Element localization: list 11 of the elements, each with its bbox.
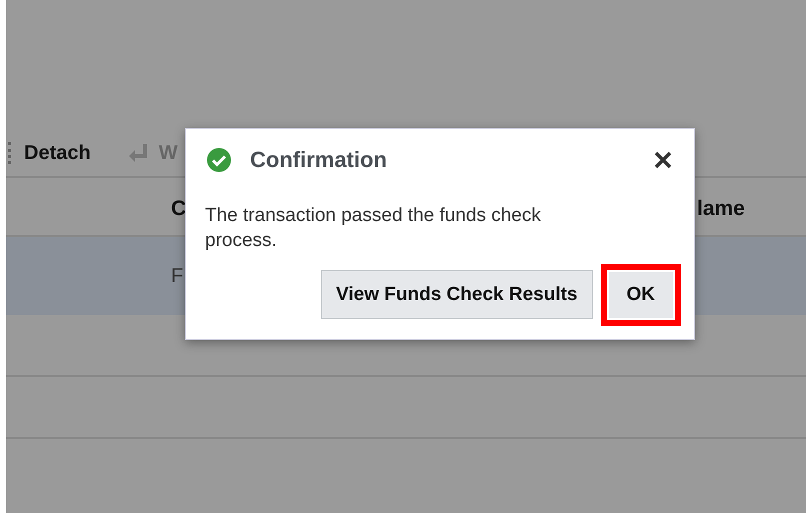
confirmation-message: The transaction passed the funds check process. <box>204 204 542 253</box>
dialog-title: Confirmation <box>250 147 388 173</box>
column-header: C <box>171 197 186 221</box>
check-circle-icon <box>206 147 232 173</box>
ok-button[interactable]: OK <box>600 264 681 326</box>
return-arrow-icon[interactable] <box>126 142 149 164</box>
detach-button[interactable]: Detach <box>24 142 91 164</box>
view-results-button[interactable]: View Funds Check Results <box>321 270 592 319</box>
column-header: lame <box>697 197 745 221</box>
close-icon[interactable] <box>654 151 672 169</box>
table-cell: F <box>171 265 184 288</box>
